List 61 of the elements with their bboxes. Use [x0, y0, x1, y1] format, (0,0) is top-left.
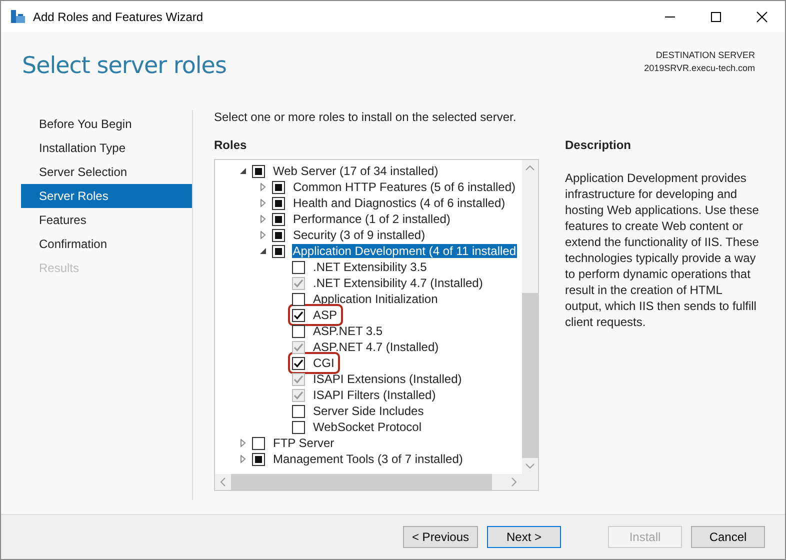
checkbox[interactable]: [292, 324, 305, 338]
checkbox[interactable]: [272, 212, 285, 226]
collapsed-arrow-icon[interactable]: [239, 455, 247, 463]
checkbox[interactable]: [252, 452, 265, 466]
checkbox[interactable]: [272, 180, 285, 194]
role-label[interactable]: Server Side Includes: [312, 404, 425, 418]
wizard-button[interactable]: < Previous: [402, 526, 478, 548]
checkbox[interactable]: [272, 244, 285, 258]
roles-heading: Roles: [214, 138, 248, 152]
collapsed-arrow-icon[interactable]: [239, 439, 247, 447]
role-label[interactable]: CGI: [312, 356, 336, 370]
scroll-thumb[interactable]: [231, 474, 492, 490]
wizard-step[interactable]: Server Selection: [21, 160, 192, 184]
role-label[interactable]: Application Initialization: [312, 292, 439, 306]
checkbox[interactable]: [292, 356, 305, 370]
role-label[interactable]: Performance (1 of 2 installed): [292, 212, 452, 226]
role-label[interactable]: Application Development (4 of 11 installed: [292, 244, 517, 258]
destination-label: DESTINATION SERVER: [656, 49, 755, 62]
checkbox[interactable]: [292, 308, 305, 322]
wizard-button[interactable]: Cancel: [691, 526, 765, 548]
collapsed-arrow-icon[interactable]: [259, 199, 267, 207]
collapsed-arrow-icon[interactable]: [259, 183, 267, 191]
vertical-scrollbar[interactable]: [522, 160, 538, 474]
role-label[interactable]: Health and Diagnostics (4 of 6 installed): [292, 196, 506, 210]
role-label[interactable]: Common HTTP Features (5 of 6 installed): [292, 180, 517, 194]
role-label[interactable]: FTP Server: [272, 436, 336, 450]
wizard-step[interactable]: Features: [21, 208, 192, 232]
checkbox[interactable]: [272, 228, 285, 242]
checkbox[interactable]: [272, 196, 285, 210]
window-title: Add Roles and Features Wizard: [33, 10, 204, 24]
role-label[interactable]: ASP.NET 3.5: [312, 324, 384, 338]
instruction-text: Select one or more roles to install on the selected server.: [214, 110, 518, 124]
expanded-arrow-icon[interactable]: [239, 167, 247, 175]
wizard-step[interactable]: Before You Begin: [21, 112, 192, 136]
role-label[interactable]: Security (3 of 9 installed): [292, 228, 426, 242]
role-label[interactable]: ASP: [312, 308, 338, 322]
checkbox[interactable]: [252, 436, 265, 450]
wizard-step[interactable]: Server Roles: [21, 184, 192, 208]
checkbox[interactable]: [292, 404, 305, 418]
expanded-arrow-icon[interactable]: [259, 247, 267, 255]
checkbox[interactable]: [292, 260, 305, 274]
wizard-button[interactable]: Next >: [487, 526, 561, 548]
checkbox[interactable]: [292, 292, 305, 306]
description-heading: Description: [565, 138, 632, 152]
role-label[interactable]: .NET Extensibility 3.5: [312, 260, 428, 274]
collapsed-arrow-icon[interactable]: [259, 215, 267, 223]
destination-server: 2019SRVR.execu-tech.com: [644, 62, 755, 75]
role-label[interactable]: Management Tools (3 of 7 installed): [272, 452, 464, 466]
role-label[interactable]: Web Server (17 of 34 installed): [272, 164, 440, 178]
close-icon[interactable]: [756, 10, 768, 22]
wizard-step[interactable]: Confirmation: [21, 232, 192, 256]
checkbox[interactable]: [252, 164, 265, 178]
maximize-icon[interactable]: [710, 10, 722, 22]
role-label[interactable]: WebSocket Protocol: [312, 420, 422, 434]
collapsed-arrow-icon[interactable]: [259, 231, 267, 239]
page-title: Select server roles: [22, 53, 226, 79]
wizard-step[interactable]: Installation Type: [21, 136, 192, 160]
server-manager-icon: [10, 8, 26, 24]
checkbox[interactable]: [292, 420, 305, 434]
description-text: Application Development provides infrastructure for developing and hosting Web applications. Use these features to create Web content or extend the functionality of IIS. These technologies typically provide a way to perform dynamic operations that result in the creation of HTML output, which IIS then sends to fulfill client requests.: [565, 170, 759, 330]
scroll-thumb[interactable]: [522, 293, 538, 458]
